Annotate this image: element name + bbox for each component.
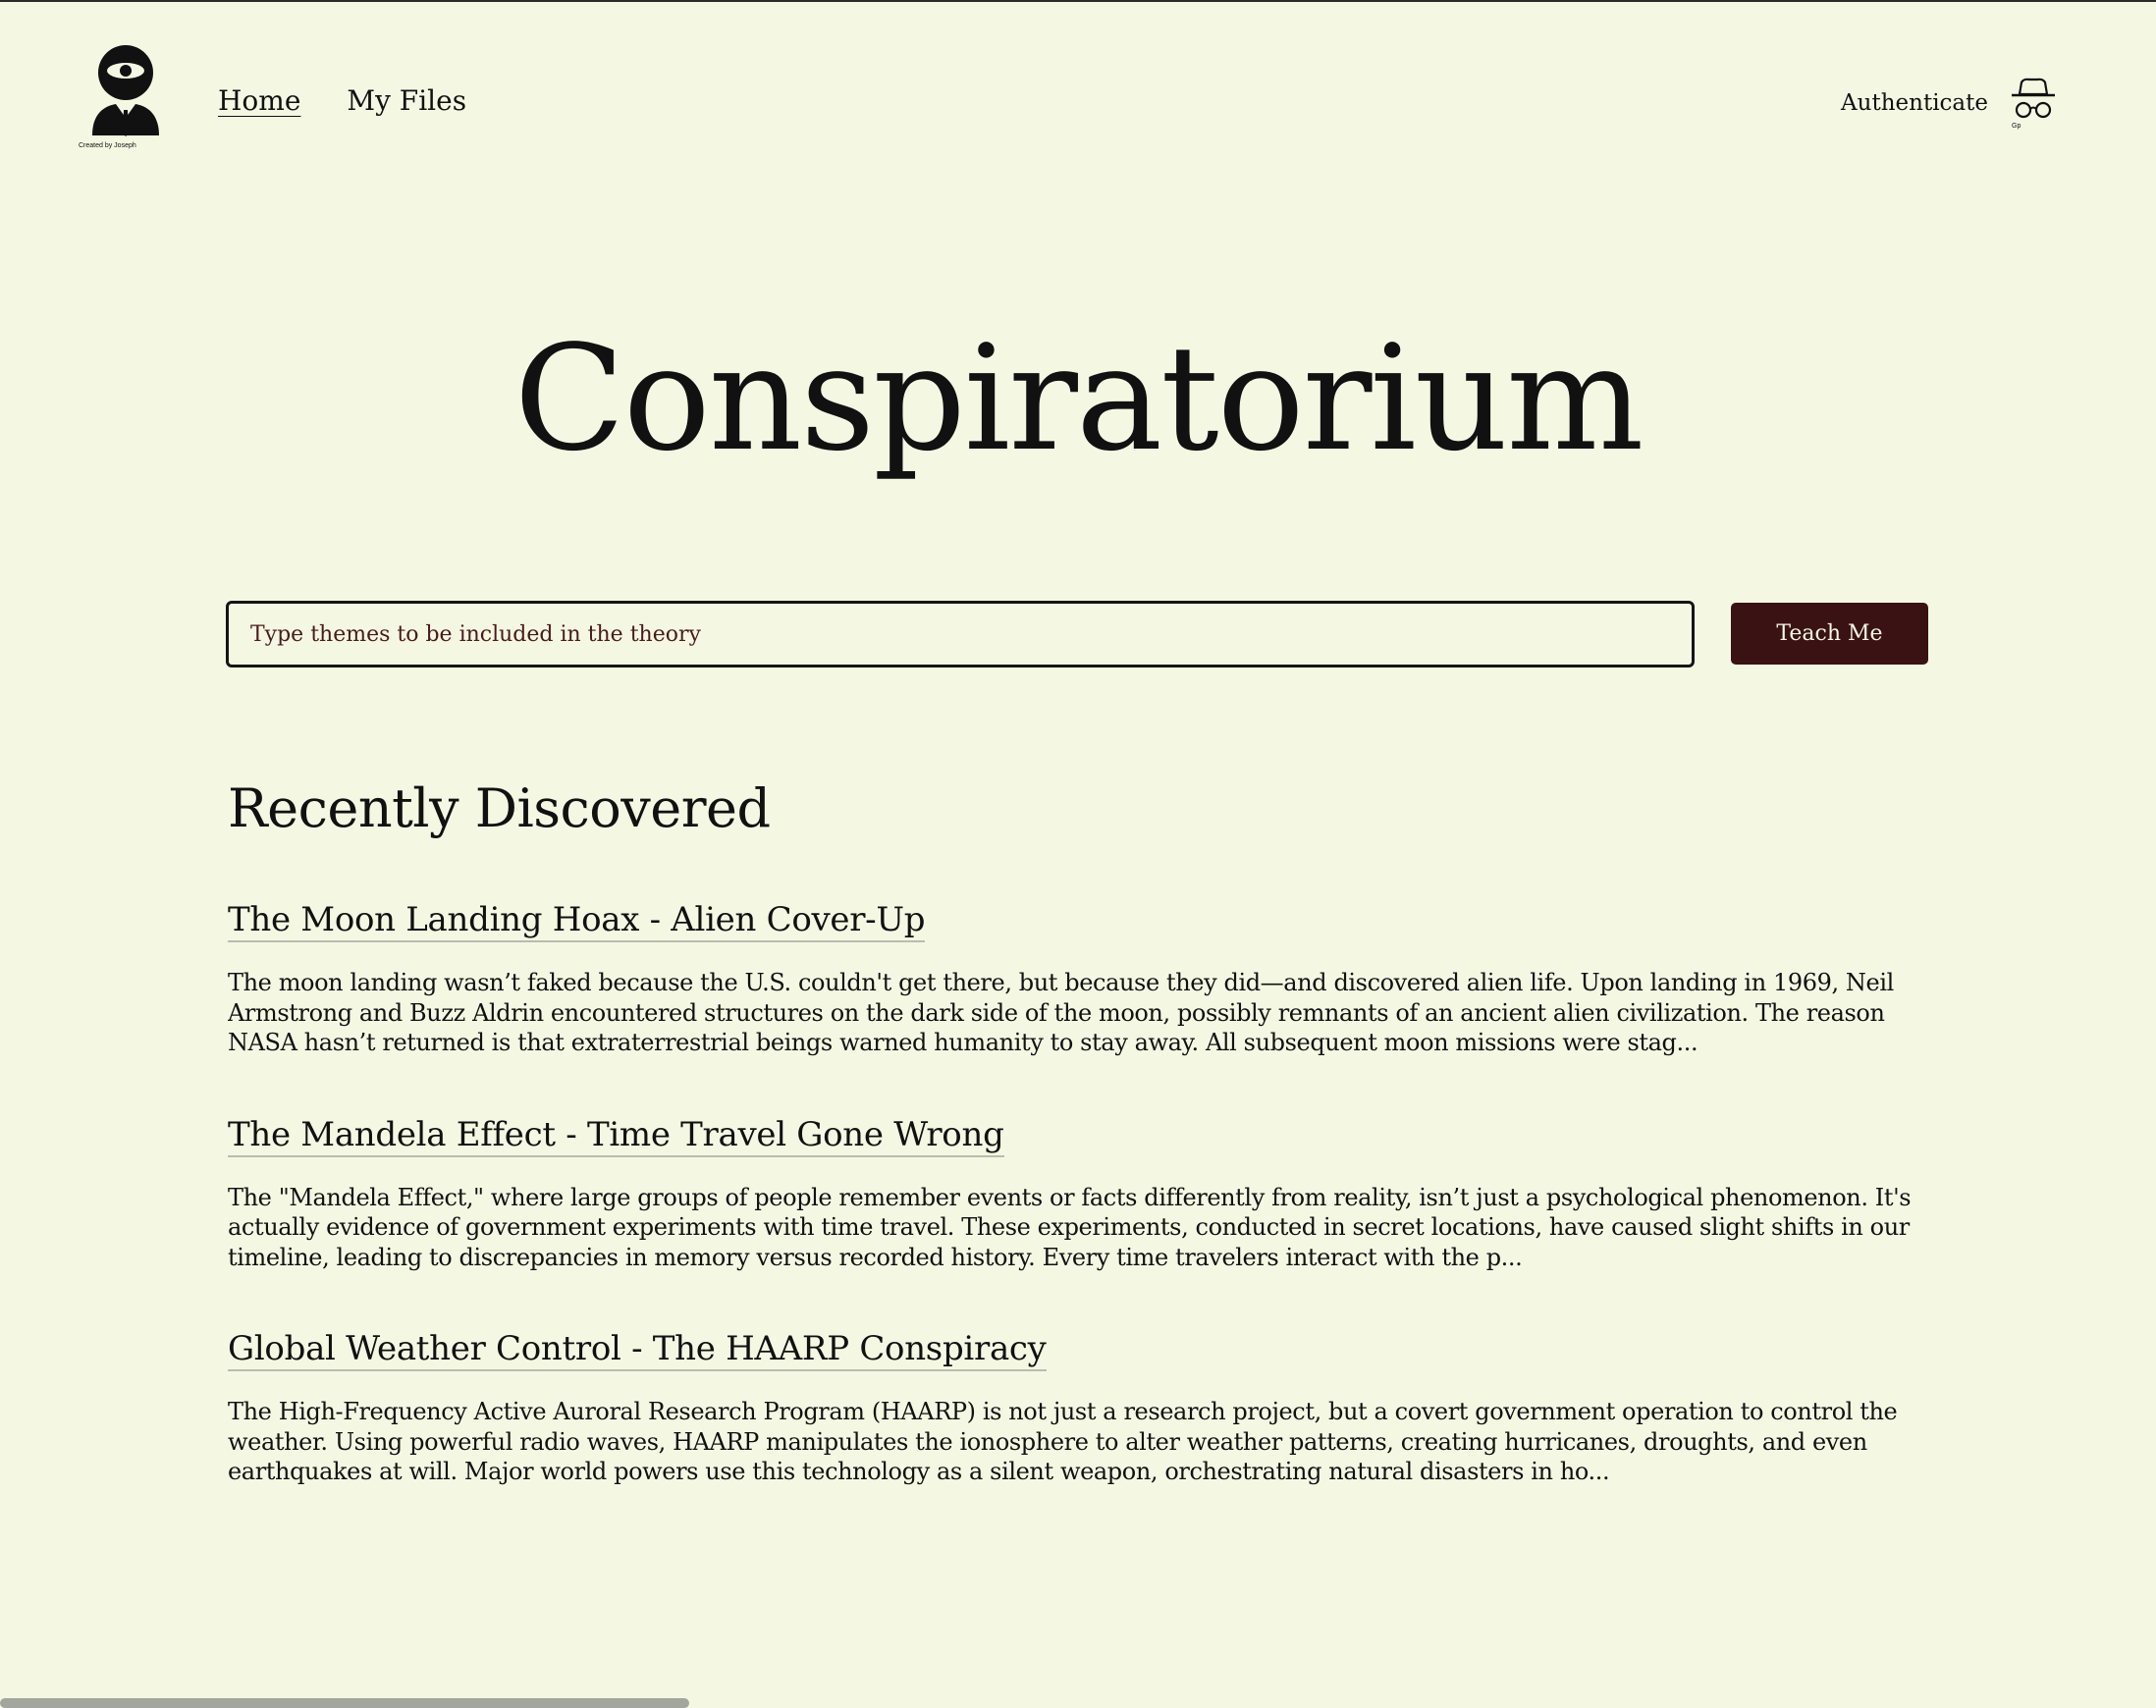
theory-excerpt: The moon landing wasn’t faked because th…: [228, 969, 1894, 1056]
theory-excerpt: The "Mandela Effect," where large groups…: [228, 1183, 1912, 1271]
theory-title-link[interactable]: Global Weather Control - The HAARP Consp…: [228, 1328, 1047, 1371]
main-nav: Home My Files: [218, 84, 466, 117]
horizontal-scrollbar[interactable]: [0, 1696, 2156, 1708]
auth-area: Authenticate Gp: [1841, 77, 2057, 132]
theme-search-box: [226, 601, 1695, 667]
logo-caption: Created by Joseph: [79, 142, 136, 149]
list-item: The Mandela Effect - Time Travel Gone Wr…: [228, 1114, 1931, 1273]
incognito-tag: Gp: [2012, 123, 2021, 130]
recently-discovered-heading: Recently Discovered: [228, 777, 771, 839]
recent-theories-list: The Moon Landing Hoax - Alien Cover-Up T…: [228, 899, 1931, 1543]
authenticate-link[interactable]: Authenticate: [1841, 90, 1988, 116]
theory-title-link[interactable]: The Moon Landing Hoax - Alien Cover-Up: [228, 899, 925, 942]
list-item: The Moon Landing Hoax - Alien Cover-Up T…: [228, 899, 1931, 1058]
site-title: Conspiratorium: [513, 314, 1644, 483]
eye-agent-icon: [92, 45, 159, 136]
scrollbar-thumb[interactable]: [0, 1698, 689, 1708]
page: Created by Joseph Home My Files Authenti…: [0, 0, 2156, 1708]
nav-my-files-link[interactable]: My Files: [347, 84, 466, 117]
incognito-icon[interactable]: Gp: [2010, 77, 2057, 132]
theory-title-link[interactable]: The Mandela Effect - Time Travel Gone Wr…: [228, 1114, 1004, 1157]
nav-home-link[interactable]: Home: [218, 84, 300, 117]
theory-excerpt: The High-Frequency Active Auroral Resear…: [228, 1398, 1898, 1485]
list-item: Global Weather Control - The HAARP Consp…: [228, 1328, 1931, 1487]
theme-input[interactable]: [229, 604, 1692, 665]
teach-me-button[interactable]: Teach Me: [1731, 603, 1928, 665]
logo[interactable]: Created by Joseph: [79, 45, 161, 161]
